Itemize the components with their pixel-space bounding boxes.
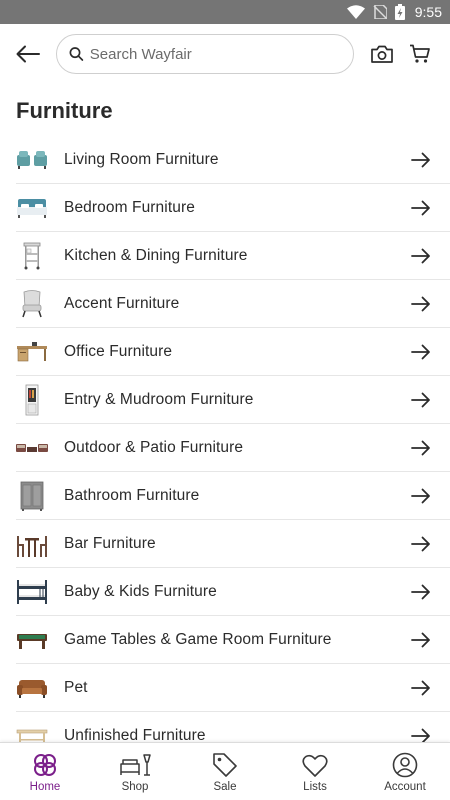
cart-icon <box>410 44 430 63</box>
arrow-right-icon <box>408 582 434 602</box>
camera-button[interactable] <box>368 40 396 68</box>
search-box[interactable] <box>56 34 354 74</box>
nav-account[interactable]: Account <box>360 743 450 800</box>
heart-icon <box>302 754 328 777</box>
desk-thumbnail <box>16 336 48 368</box>
arrow-right-icon <box>408 486 434 506</box>
pool-table-thumbnail <box>16 624 48 656</box>
category-item-game-tables[interactable]: Game Tables & Game Room Furniture <box>0 616 450 664</box>
bunk-bed-thumbnail <box>16 576 48 608</box>
category-label: Bedroom Furniture <box>64 198 195 216</box>
shop-icon <box>120 754 151 776</box>
header <box>0 24 450 84</box>
status-bar: 9:55 <box>0 0 450 24</box>
search-input[interactable] <box>89 45 341 63</box>
search-icon <box>69 47 84 61</box>
sale-tag-icon <box>213 753 237 777</box>
arrow-right-icon <box>408 246 434 266</box>
page-title: Furniture <box>16 98 113 123</box>
category-label: Game Tables & Game Room Furniture <box>64 630 332 648</box>
category-item-bar[interactable]: Bar Furniture <box>0 520 450 568</box>
back-arrow-icon <box>16 45 40 63</box>
nav-label: Sale <box>213 781 237 793</box>
category-label: Accent Furniture <box>64 294 180 312</box>
home-icon <box>34 754 56 776</box>
category-label: Entry & Mudroom Furniture <box>64 390 254 408</box>
camera-icon <box>371 45 393 63</box>
category-item-entry-mudroom[interactable]: Entry & Mudroom Furniture <box>0 376 450 424</box>
category-label: Bar Furniture <box>64 534 156 552</box>
category-item-living-room[interactable]: Living Room Furniture <box>0 136 450 184</box>
category-item-bedroom[interactable]: Bedroom Furniture <box>0 184 450 232</box>
pet-sofa-thumbnail <box>16 672 48 704</box>
category-item-pet[interactable]: Pet <box>0 664 450 712</box>
nav-lists[interactable]: Lists <box>270 743 360 800</box>
bar-set-thumbnail <box>16 528 48 560</box>
arrow-right-icon <box>408 294 434 314</box>
category-item-office[interactable]: Office Furniture <box>0 328 450 376</box>
category-label: Pet <box>64 678 88 696</box>
category-item-baby-kids[interactable]: Baby & Kids Furniture <box>0 568 450 616</box>
category-item-bathroom[interactable]: Bathroom Furniture <box>0 472 450 520</box>
bed-thumbnail <box>16 192 48 224</box>
nav-label: Account <box>384 781 426 793</box>
nav-shop[interactable]: Shop <box>90 743 180 800</box>
arrow-right-icon <box>408 534 434 554</box>
category-label: Outdoor & Patio Furniture <box>64 438 244 456</box>
category-label: Living Room Furniture <box>64 150 219 168</box>
category-label: Kitchen & Dining Furniture <box>64 246 248 264</box>
kitchen-cart-thumbnail <box>16 240 48 272</box>
arrow-right-icon <box>408 678 434 698</box>
category-label: Bathroom Furniture <box>64 486 200 504</box>
arrow-right-icon <box>408 342 434 362</box>
arrow-right-icon <box>408 630 434 650</box>
patio-set-thumbnail <box>16 432 48 464</box>
category-label: Baby & Kids Furniture <box>64 582 217 600</box>
cabinet-thumbnail <box>16 384 48 416</box>
category-item-outdoor-patio[interactable]: Outdoor & Patio Furniture <box>0 424 450 472</box>
battery-icon <box>394 4 405 20</box>
no-sim-icon <box>373 5 387 19</box>
arrow-right-icon <box>408 198 434 218</box>
account-icon <box>392 752 418 778</box>
category-item-kitchen-dining[interactable]: Kitchen & Dining Furniture <box>0 232 450 280</box>
wifi-icon <box>346 5 365 19</box>
accent-chair-thumbnail <box>16 288 48 320</box>
nav-home[interactable]: Home <box>0 743 90 800</box>
bottom-nav: Home Shop Sale Lists Account <box>0 742 450 800</box>
category-list: Living Room Furniture Bedroom Furniture … <box>0 136 450 760</box>
arrow-right-icon <box>408 390 434 410</box>
status-time: 9:55 <box>414 4 442 20</box>
cart-button[interactable] <box>406 40 434 68</box>
arrow-right-icon <box>408 438 434 458</box>
category-label: Office Furniture <box>64 342 173 360</box>
bath-cabinet-thumbnail <box>16 480 48 512</box>
nav-sale[interactable]: Sale <box>180 743 270 800</box>
nav-label: Lists <box>303 781 327 793</box>
category-item-accent[interactable]: Accent Furniture <box>0 280 450 328</box>
arrow-right-icon <box>408 150 434 170</box>
nav-label: Home <box>29 781 61 793</box>
sofa-thumbnail <box>16 144 48 176</box>
nav-label: Shop <box>121 781 149 793</box>
back-button[interactable] <box>14 40 42 68</box>
